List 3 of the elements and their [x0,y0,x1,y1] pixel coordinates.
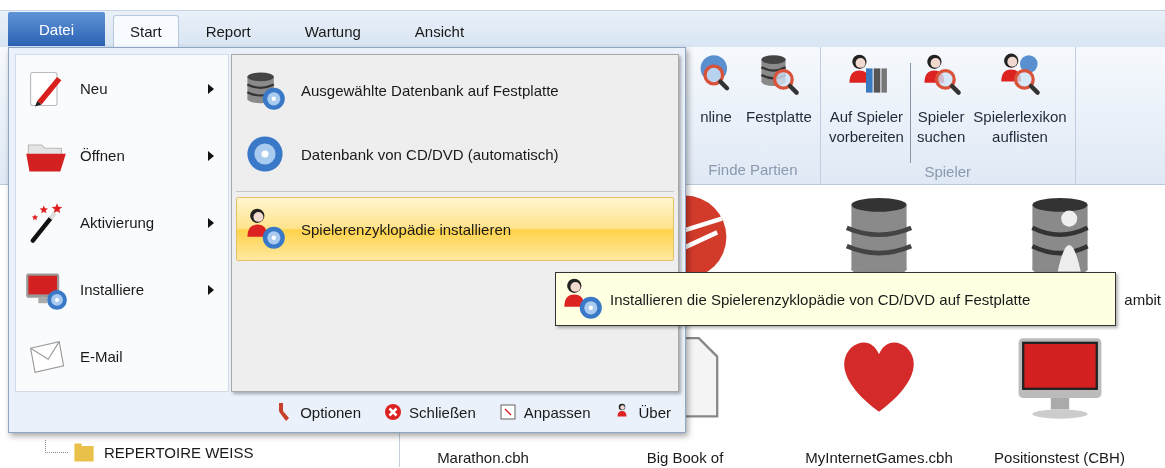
group-label: Spieler [924,163,972,182]
group-label: Finde Partien [708,161,798,180]
tooltip-text: Installieren die Spielerenzyklopädie von CD/DVD auf Festplatte [610,290,1031,308]
